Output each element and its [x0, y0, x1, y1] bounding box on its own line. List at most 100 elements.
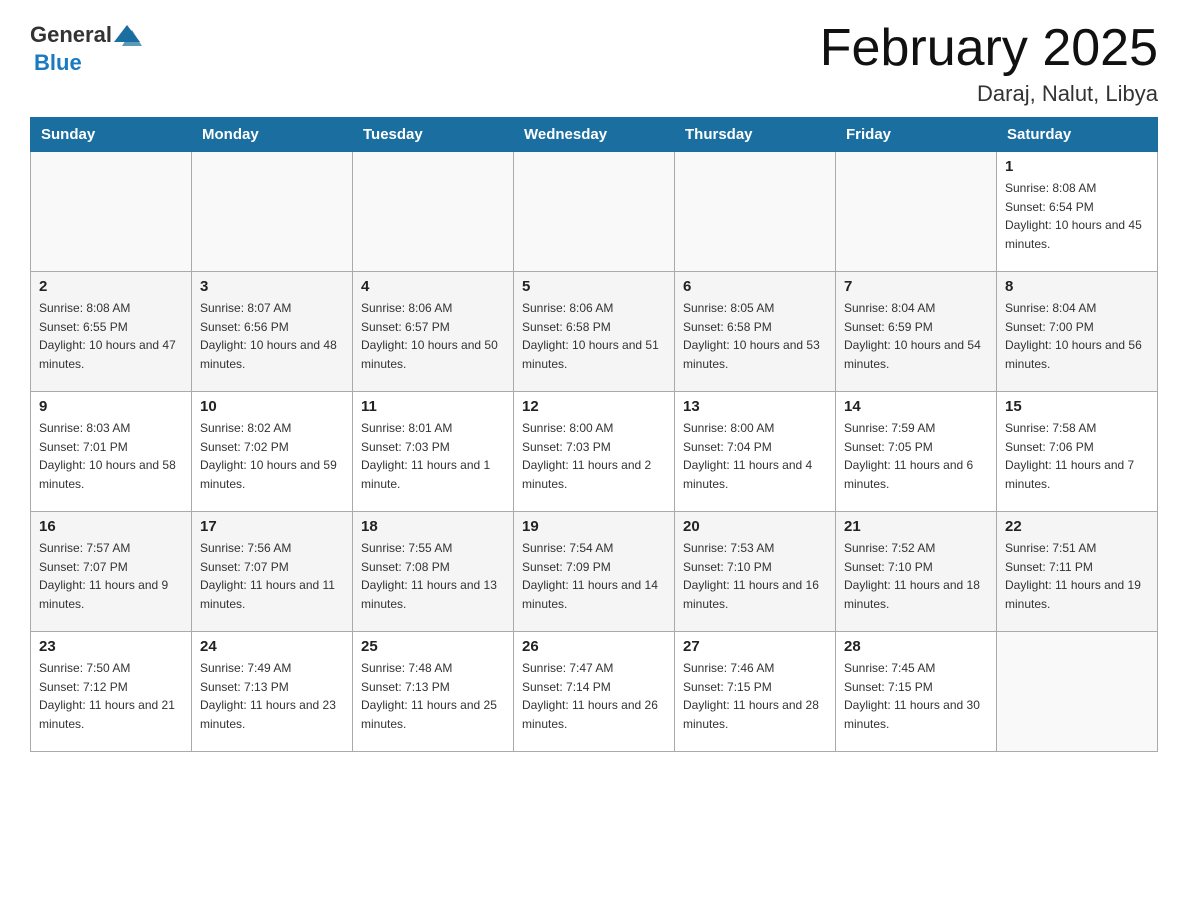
day-info: Sunrise: 7:56 AMSunset: 7:07 PMDaylight:… — [200, 539, 344, 613]
day-number: 25 — [361, 638, 505, 655]
header-wednesday: Wednesday — [514, 118, 675, 152]
day-number: 20 — [683, 518, 827, 535]
day-info: Sunrise: 8:01 AMSunset: 7:03 PMDaylight:… — [361, 419, 505, 493]
calendar-header-row: SundayMondayTuesdayWednesdayThursdayFrid… — [31, 118, 1158, 152]
calendar-cell: 19 Sunrise: 7:54 AMSunset: 7:09 PMDayligh… — [514, 512, 675, 632]
calendar-cell: 8 Sunrise: 8:04 AMSunset: 7:00 PMDaylight… — [997, 272, 1158, 392]
day-number: 2 — [39, 278, 183, 295]
calendar-cell: 3 Sunrise: 8:07 AMSunset: 6:56 PMDaylight… — [192, 272, 353, 392]
day-info: Sunrise: 7:53 AMSunset: 7:10 PMDaylight:… — [683, 539, 827, 613]
calendar-cell — [353, 152, 514, 272]
day-info: Sunrise: 7:49 AMSunset: 7:13 PMDaylight:… — [200, 659, 344, 733]
day-info: Sunrise: 7:57 AMSunset: 7:07 PMDaylight:… — [39, 539, 183, 613]
header-thursday: Thursday — [675, 118, 836, 152]
day-number: 7 — [844, 278, 988, 295]
day-info: Sunrise: 8:05 AMSunset: 6:58 PMDaylight:… — [683, 299, 827, 373]
calendar-cell: 11 Sunrise: 8:01 AMSunset: 7:03 PMDayligh… — [353, 392, 514, 512]
day-info: Sunrise: 7:48 AMSunset: 7:13 PMDaylight:… — [361, 659, 505, 733]
calendar-cell: 10 Sunrise: 8:02 AMSunset: 7:02 PMDayligh… — [192, 392, 353, 512]
day-number: 28 — [844, 638, 988, 655]
calendar-cell: 15 Sunrise: 7:58 AMSunset: 7:06 PMDayligh… — [997, 392, 1158, 512]
header-sunday: Sunday — [31, 118, 192, 152]
day-info: Sunrise: 7:55 AMSunset: 7:08 PMDaylight:… — [361, 539, 505, 613]
day-info: Sunrise: 7:47 AMSunset: 7:14 PMDaylight:… — [522, 659, 666, 733]
day-number: 10 — [200, 398, 344, 415]
day-info: Sunrise: 8:00 AMSunset: 7:04 PMDaylight:… — [683, 419, 827, 493]
day-info: Sunrise: 8:07 AMSunset: 6:56 PMDaylight:… — [200, 299, 344, 373]
day-info: Sunrise: 7:52 AMSunset: 7:10 PMDaylight:… — [844, 539, 988, 613]
day-number: 15 — [1005, 398, 1149, 415]
day-info: Sunrise: 8:02 AMSunset: 7:02 PMDaylight:… — [200, 419, 344, 493]
calendar-table: SundayMondayTuesdayWednesdayThursdayFrid… — [30, 117, 1158, 752]
calendar-cell: 13 Sunrise: 8:00 AMSunset: 7:04 PMDayligh… — [675, 392, 836, 512]
day-info: Sunrise: 7:59 AMSunset: 7:05 PMDaylight:… — [844, 419, 988, 493]
day-number: 4 — [361, 278, 505, 295]
day-number: 12 — [522, 398, 666, 415]
calendar-cell: 27 Sunrise: 7:46 AMSunset: 7:15 PMDayligh… — [675, 632, 836, 752]
calendar-cell: 1 Sunrise: 8:08 AMSunset: 6:54 PMDaylight… — [997, 152, 1158, 272]
day-number: 3 — [200, 278, 344, 295]
day-number: 9 — [39, 398, 183, 415]
day-info: Sunrise: 7:51 AMSunset: 7:11 PMDaylight:… — [1005, 539, 1149, 613]
calendar-cell: 22Sunrise: 7:51 AMSunset: 7:11 PMDayligh… — [997, 512, 1158, 632]
header-monday: Monday — [192, 118, 353, 152]
day-number: 18 — [361, 518, 505, 535]
day-info: Sunrise: 8:04 AMSunset: 6:59 PMDaylight:… — [844, 299, 988, 373]
day-number: 23 — [39, 638, 183, 655]
week-row-5: 23 Sunrise: 7:50 AMSunset: 7:12 PMDayligh… — [31, 632, 1158, 752]
logo-blue-text: Blue — [34, 50, 82, 76]
week-row-1: 1 Sunrise: 8:08 AMSunset: 6:54 PMDaylight… — [31, 152, 1158, 272]
day-info: Sunrise: 7:58 AMSunset: 7:06 PMDaylight:… — [1005, 419, 1149, 493]
header-tuesday: Tuesday — [353, 118, 514, 152]
logo-icon — [112, 20, 142, 50]
calendar-cell: 26 Sunrise: 7:47 AMSunset: 7:14 PMDayligh… — [514, 632, 675, 752]
day-info: Sunrise: 7:50 AMSunset: 7:12 PMDaylight:… — [39, 659, 183, 733]
calendar-cell: 12 Sunrise: 8:00 AMSunset: 7:03 PMDayligh… — [514, 392, 675, 512]
day-info: Sunrise: 7:54 AMSunset: 7:09 PMDaylight:… — [522, 539, 666, 613]
calendar-cell — [675, 152, 836, 272]
day-number: 13 — [683, 398, 827, 415]
calendar-cell: 14Sunrise: 7:59 AMSunset: 7:05 PMDayligh… — [836, 392, 997, 512]
week-row-3: 9 Sunrise: 8:03 AMSunset: 7:01 PMDaylight… — [31, 392, 1158, 512]
day-info: Sunrise: 8:00 AMSunset: 7:03 PMDaylight:… — [522, 419, 666, 493]
day-info: Sunrise: 8:03 AMSunset: 7:01 PMDaylight:… — [39, 419, 183, 493]
day-info: Sunrise: 8:08 AMSunset: 6:55 PMDaylight:… — [39, 299, 183, 373]
calendar-cell: 23 Sunrise: 7:50 AMSunset: 7:12 PMDayligh… — [31, 632, 192, 752]
day-number: 27 — [683, 638, 827, 655]
calendar-cell: 9 Sunrise: 8:03 AMSunset: 7:01 PMDaylight… — [31, 392, 192, 512]
day-number: 16 — [39, 518, 183, 535]
page-header: General Blue February 2025 Daraj, Nalut,… — [30, 20, 1158, 107]
calendar-cell: 17Sunrise: 7:56 AMSunset: 7:07 PMDayligh… — [192, 512, 353, 632]
calendar-cell — [192, 152, 353, 272]
day-number: 26 — [522, 638, 666, 655]
logo-general-text: General — [30, 22, 112, 48]
week-row-2: 2 Sunrise: 8:08 AMSunset: 6:55 PMDaylight… — [31, 272, 1158, 392]
calendar-cell: 20 Sunrise: 7:53 AMSunset: 7:10 PMDayligh… — [675, 512, 836, 632]
logo: General Blue — [30, 20, 142, 76]
day-info: Sunrise: 7:45 AMSunset: 7:15 PMDaylight:… — [844, 659, 988, 733]
calendar-cell: 2 Sunrise: 8:08 AMSunset: 6:55 PMDaylight… — [31, 272, 192, 392]
day-number: 1 — [1005, 158, 1149, 175]
day-info: Sunrise: 7:46 AMSunset: 7:15 PMDaylight:… — [683, 659, 827, 733]
week-row-4: 16 Sunrise: 7:57 AMSunset: 7:07 PMDayligh… — [31, 512, 1158, 632]
title-block: February 2025 Daraj, Nalut, Libya — [820, 20, 1158, 107]
calendar-cell: 6Sunrise: 8:05 AMSunset: 6:58 PMDaylight… — [675, 272, 836, 392]
day-number: 24 — [200, 638, 344, 655]
calendar-cell: 24 Sunrise: 7:49 AMSunset: 7:13 PMDayligh… — [192, 632, 353, 752]
day-number: 11 — [361, 398, 505, 415]
calendar-cell: 25 Sunrise: 7:48 AMSunset: 7:13 PMDayligh… — [353, 632, 514, 752]
calendar-cell: 5Sunrise: 8:06 AMSunset: 6:58 PMDaylight… — [514, 272, 675, 392]
calendar-cell: 18 Sunrise: 7:55 AMSunset: 7:08 PMDayligh… — [353, 512, 514, 632]
calendar-cell: 16 Sunrise: 7:57 AMSunset: 7:07 PMDayligh… — [31, 512, 192, 632]
header-saturday: Saturday — [997, 118, 1158, 152]
calendar-cell — [31, 152, 192, 272]
calendar-cell: 28 Sunrise: 7:45 AMSunset: 7:15 PMDayligh… — [836, 632, 997, 752]
month-title: February 2025 — [820, 20, 1158, 77]
calendar-cell — [836, 152, 997, 272]
day-number: 8 — [1005, 278, 1149, 295]
day-number: 5 — [522, 278, 666, 295]
day-info: Sunrise: 8:08 AMSunset: 6:54 PMDaylight:… — [1005, 179, 1149, 253]
day-number: 19 — [522, 518, 666, 535]
calendar-cell: 7 Sunrise: 8:04 AMSunset: 6:59 PMDaylight… — [836, 272, 997, 392]
day-info: Sunrise: 8:04 AMSunset: 7:00 PMDaylight:… — [1005, 299, 1149, 373]
